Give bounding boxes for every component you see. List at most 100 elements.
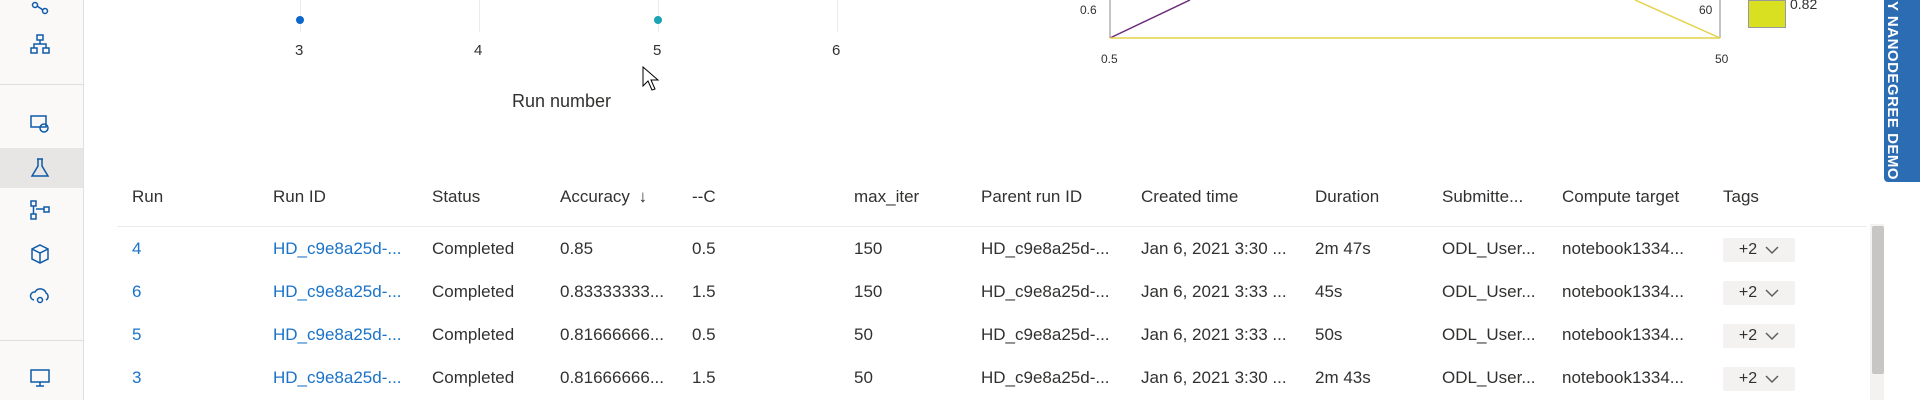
tags-dropdown-button[interactable]: +2 bbox=[1723, 281, 1795, 305]
left-nav-sidebar bbox=[0, 0, 84, 400]
c-cell: 0.5 bbox=[692, 239, 716, 258]
pipelines-icon[interactable] bbox=[26, 196, 54, 224]
column-header-duration[interactable]: Duration bbox=[1315, 178, 1379, 228]
column-header-status[interactable]: Status bbox=[432, 178, 480, 228]
max-iter-cell: 50 bbox=[854, 368, 873, 387]
submitted-by-cell: ODL_User... bbox=[1442, 368, 1536, 387]
accuracy-cell: 0.85 bbox=[560, 239, 594, 258]
column-header-parent-run-id[interactable]: Parent run ID bbox=[981, 178, 1082, 228]
parent-run-id-cell: HD_c9e8a25d-... bbox=[981, 239, 1110, 258]
run-number-link[interactable]: 6 bbox=[132, 282, 141, 302]
submitted-by-cell: ODL_User... bbox=[1442, 325, 1536, 344]
run-number-link[interactable]: 5 bbox=[132, 325, 141, 345]
duration-cell: 45s bbox=[1315, 282, 1343, 301]
gridline bbox=[479, 0, 480, 32]
x-axis-title: Run number bbox=[512, 91, 612, 111]
column-header-created-time[interactable]: Created time bbox=[1141, 178, 1238, 228]
mouse-cursor-icon bbox=[642, 66, 660, 91]
column-header-accuracy[interactable]: Accuracy ↓ bbox=[560, 178, 647, 228]
run-id-link[interactable]: HD_c9e8a25d-... bbox=[273, 325, 402, 345]
chevron-down-icon bbox=[1765, 332, 1779, 341]
nav-divider bbox=[0, 340, 83, 341]
axis-tick-label: 0.5 bbox=[1101, 52, 1118, 66]
sort-descending-icon: ↓ bbox=[638, 187, 648, 206]
data-point-run-5[interactable] bbox=[654, 16, 662, 24]
created-time-cell: Jan 6, 2021 3:30 ... bbox=[1141, 239, 1287, 258]
run-number-link[interactable]: 3 bbox=[132, 368, 141, 388]
x-tick-label: 5 bbox=[653, 42, 662, 59]
tags-dropdown-button[interactable]: +2 bbox=[1723, 367, 1795, 391]
chevron-down-icon bbox=[1765, 289, 1779, 298]
column-header-c[interactable]: --C bbox=[692, 178, 716, 228]
column-header-max-iter[interactable]: max_iter bbox=[854, 178, 919, 228]
tags-count: +2 bbox=[1738, 370, 1758, 387]
created-time-cell: Jan 6, 2021 3:30 ... bbox=[1141, 368, 1287, 387]
c-cell: 0.5 bbox=[692, 325, 716, 344]
status-cell: Completed bbox=[432, 368, 515, 387]
compute-target-cell: notebook1334... bbox=[1562, 282, 1684, 301]
vertical-scrollbar-thumb[interactable] bbox=[1872, 226, 1884, 374]
parallel-lines bbox=[1109, 0, 1721, 39]
tags-dropdown-button[interactable]: +2 bbox=[1723, 238, 1795, 262]
accuracy-header-label: Accuracy bbox=[560, 187, 630, 206]
run-number-link[interactable]: 4 bbox=[132, 239, 141, 259]
nanodegree-demo-banner: Y NANODEGREE DEMO bbox=[1884, 0, 1920, 182]
run-id-link[interactable]: HD_c9e8a25d-... bbox=[273, 282, 402, 302]
hierarchy-icon[interactable] bbox=[26, 30, 54, 58]
tags-dropdown-button[interactable]: +2 bbox=[1723, 324, 1795, 348]
duration-cell: 2m 47s bbox=[1315, 239, 1371, 258]
created-time-cell: Jan 6, 2021 3:33 ... bbox=[1141, 325, 1287, 344]
datasets-icon[interactable] bbox=[26, 110, 54, 138]
axis-tick-label: 60 bbox=[1699, 3, 1713, 17]
duration-cell: 2m 43s bbox=[1315, 368, 1371, 387]
max-iter-cell: 150 bbox=[854, 282, 883, 301]
status-cell: Completed bbox=[432, 239, 515, 258]
created-time-cell: Jan 6, 2021 3:33 ... bbox=[1141, 282, 1287, 301]
accuracy-cell: 0.81666666... bbox=[560, 325, 664, 344]
run-scatter-chart: 3 4 5 6 bbox=[83, 0, 983, 140]
tags-count: +2 bbox=[1738, 327, 1758, 344]
accuracy-cell: 0.81666666... bbox=[560, 368, 664, 387]
gridline bbox=[837, 0, 838, 32]
column-header-run-id[interactable]: Run ID bbox=[273, 178, 326, 228]
pipeline-nodes-icon[interactable] bbox=[26, 0, 54, 22]
header-divider bbox=[117, 226, 1867, 227]
compute-monitor-icon[interactable] bbox=[26, 364, 54, 392]
status-cell: Completed bbox=[432, 282, 515, 301]
data-point-run-3[interactable] bbox=[296, 16, 304, 24]
x-tick-label: 3 bbox=[295, 42, 304, 59]
accuracy-cell: 0.83333333... bbox=[560, 282, 664, 301]
compute-target-cell: notebook1334... bbox=[1562, 325, 1684, 344]
chevron-down-icon bbox=[1765, 246, 1779, 255]
column-header-compute-target[interactable]: Compute target bbox=[1562, 178, 1679, 228]
parallel-coordinates-chart: 0.6 60 0.5 50 0.82 bbox=[1080, 0, 1817, 80]
c-cell: 1.5 bbox=[692, 368, 716, 387]
column-header-tags[interactable]: Tags bbox=[1723, 178, 1759, 228]
column-header-run[interactable]: Run bbox=[132, 178, 163, 228]
status-cell: Completed bbox=[432, 325, 515, 344]
submitted-by-cell: ODL_User... bbox=[1442, 282, 1536, 301]
x-tick-label: 6 bbox=[832, 42, 841, 59]
column-header-submitted-by[interactable]: Submitte... bbox=[1442, 178, 1523, 228]
nav-divider bbox=[0, 84, 83, 85]
compute-target-cell: notebook1334... bbox=[1562, 368, 1684, 387]
axis-tick-label: 0.6 bbox=[1080, 3, 1097, 17]
run-id-link[interactable]: HD_c9e8a25d-... bbox=[273, 368, 402, 388]
parent-run-id-cell: HD_c9e8a25d-... bbox=[981, 325, 1110, 344]
endpoints-cloud-icon[interactable] bbox=[26, 282, 54, 310]
axis-tick-label: 50 bbox=[1715, 52, 1729, 66]
duration-cell: 50s bbox=[1315, 325, 1343, 344]
max-iter-cell: 50 bbox=[854, 325, 873, 344]
tags-count: +2 bbox=[1738, 241, 1758, 258]
x-tick-label: 4 bbox=[474, 42, 483, 59]
flask-experiments-icon[interactable] bbox=[26, 154, 54, 182]
parent-run-id-cell: HD_c9e8a25d-... bbox=[981, 282, 1110, 301]
c-cell: 1.5 bbox=[692, 282, 716, 301]
models-cube-icon[interactable] bbox=[26, 240, 54, 268]
banner-text: Y NANODEGREE DEMO bbox=[1884, 1, 1901, 181]
color-legend-swatch bbox=[1748, 0, 1786, 28]
chevron-down-icon bbox=[1765, 375, 1779, 384]
compute-target-cell: notebook1334... bbox=[1562, 239, 1684, 258]
color-legend-value: 0.82 bbox=[1790, 0, 1818, 12]
run-id-link[interactable]: HD_c9e8a25d-... bbox=[273, 239, 402, 259]
